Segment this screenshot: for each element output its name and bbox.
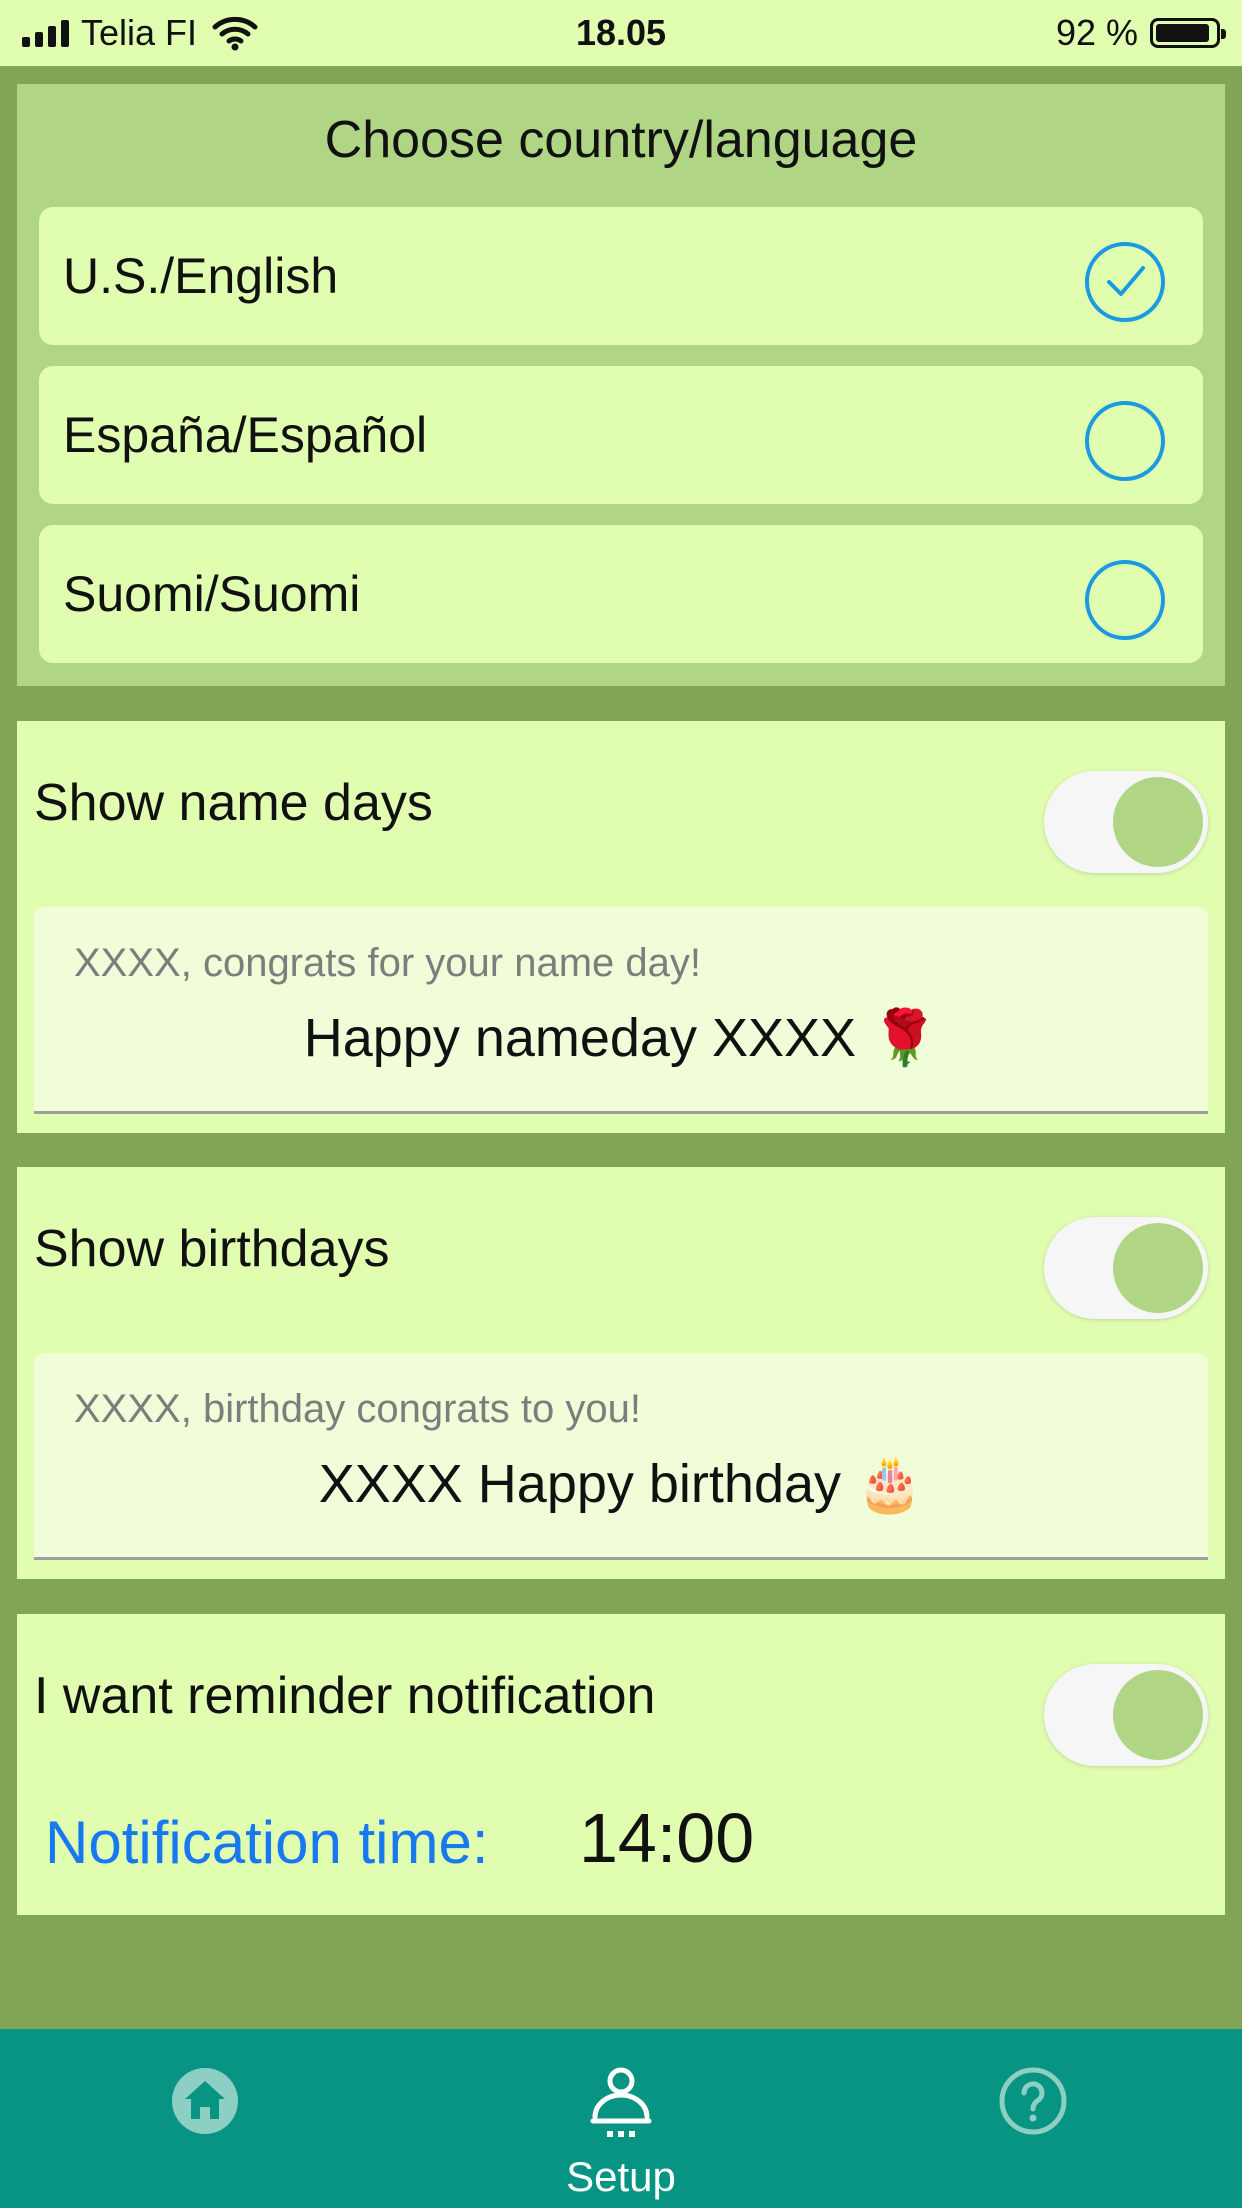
status-right: 92 % [1055, 10, 1226, 56]
battery-percent: 92 % [1055, 12, 1138, 53]
name-days-section: Show name days XXXX, congrats for your n… [17, 721, 1225, 1133]
language-option-label: España/Español [63, 407, 428, 463]
language-option-spanish[interactable]: España/Español [39, 366, 1203, 504]
tab-bar: Setup [0, 2029, 1242, 2208]
name-day-message: Happy nameday XXXX 🌹 [303, 1008, 939, 1068]
tab-home[interactable] [75, 2029, 335, 2208]
checkmark-icon[interactable] [1085, 242, 1165, 322]
birthdays-label: Show birthdays [34, 1220, 390, 1278]
tab-setup-label: Setup [566, 2153, 676, 2200]
toggle-knob [1113, 1670, 1203, 1760]
birthdays-section: Show birthdays XXXX, birthday congrats t… [17, 1167, 1225, 1579]
name-days-label: Show name days [34, 774, 433, 832]
radio-empty-icon[interactable] [1085, 401, 1165, 481]
birthday-message-field[interactable]: XXXX, birthday congrats to you! XXXX Hap… [34, 1353, 1208, 1560]
status-bar: Telia FI 18.05 92 % [0, 0, 1242, 66]
birthday-placeholder: XXXX, birthday congrats to you! [74, 1387, 641, 1431]
home-icon [172, 2068, 238, 2134]
language-option-label: Suomi/Suomi [63, 566, 361, 622]
notification-time-label[interactable]: Notification time: [45, 1808, 489, 1877]
reminder-section: I want reminder notification Notificatio… [17, 1614, 1225, 1915]
name-day-message-field[interactable]: XXXX, congrats for your name day! Happy … [34, 907, 1208, 1114]
setup-icon [590, 2067, 652, 2137]
name-day-placeholder: XXXX, congrats for your name day! [74, 941, 701, 985]
birthday-message: XXXX Happy birthday 🎂 [318, 1454, 924, 1514]
battery-fill [1156, 24, 1210, 42]
help-icon [999, 2067, 1067, 2135]
language-option-label: U.S./English [63, 248, 339, 304]
notification-time-value[interactable]: 14:00 [579, 1798, 754, 1878]
birthdays-toggle[interactable] [1044, 1217, 1208, 1319]
language-option-english[interactable]: U.S./English [39, 207, 1203, 345]
tab-help[interactable] [903, 2029, 1163, 2208]
battery-icon [1150, 18, 1226, 48]
language-option-finnish[interactable]: Suomi/Suomi [39, 525, 1203, 663]
toggle-knob [1113, 777, 1203, 867]
radio-empty-icon[interactable] [1085, 560, 1165, 640]
reminder-toggle[interactable] [1044, 1664, 1208, 1766]
language-section: Choose country/language U.S./English Esp… [17, 84, 1225, 686]
tab-setup[interactable]: Setup [491, 2029, 751, 2208]
toggle-knob [1113, 1223, 1203, 1313]
name-days-toggle[interactable] [1044, 771, 1208, 873]
language-title: Choose country/language [324, 111, 918, 169]
reminder-label: I want reminder notification [34, 1667, 656, 1725]
